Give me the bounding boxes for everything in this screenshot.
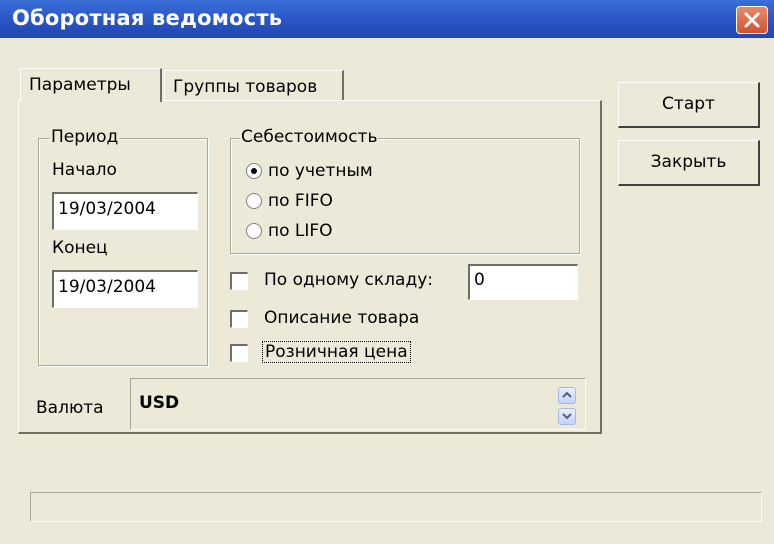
currency-value-box[interactable]: USD bbox=[130, 378, 586, 430]
close-button[interactable]: Закрыть bbox=[618, 140, 760, 186]
radio-cost-fifo-label[interactable]: по FIFO bbox=[268, 191, 333, 211]
radio-cost-lifo[interactable] bbox=[246, 223, 262, 239]
close-icon bbox=[744, 12, 760, 28]
radio-selected-dot bbox=[251, 168, 257, 174]
currency-spin-up[interactable] bbox=[558, 387, 576, 404]
window-title: Оборотная ведомость bbox=[12, 6, 283, 30]
single-warehouse-label[interactable]: По одному складу: bbox=[264, 270, 433, 290]
chevron-down-icon bbox=[562, 413, 572, 420]
warehouse-number-input[interactable]: 0 bbox=[468, 264, 578, 300]
dialog-window: Оборотная ведомость Параметры Группы тов… bbox=[0, 0, 774, 544]
product-description-label[interactable]: Описание товара bbox=[264, 308, 419, 328]
radio-cost-accounting[interactable] bbox=[246, 163, 262, 179]
tab-parameters[interactable]: Параметры bbox=[20, 68, 162, 102]
end-date-input[interactable]: 19/03/2004 bbox=[52, 270, 198, 308]
close-window-button[interactable] bbox=[736, 6, 768, 34]
cost-group-label: Себестоимость bbox=[240, 127, 379, 147]
tab-product-groups[interactable]: Группы товаров bbox=[164, 70, 344, 102]
retail-price-label[interactable]: Розничная цена bbox=[262, 341, 411, 363]
product-description-checkbox[interactable] bbox=[230, 310, 248, 328]
start-date-input[interactable]: 19/03/2004 bbox=[52, 192, 198, 230]
single-warehouse-checkbox[interactable] bbox=[230, 272, 248, 290]
end-date-label: Конец bbox=[52, 238, 108, 258]
radio-cost-accounting-label[interactable]: по учетным bbox=[268, 161, 373, 181]
radio-cost-lifo-label[interactable]: по LIFO bbox=[268, 221, 333, 241]
chevron-up-icon bbox=[562, 391, 572, 398]
currency-spin-down[interactable] bbox=[558, 408, 576, 425]
title-bar[interactable]: Оборотная ведомость bbox=[0, 0, 774, 38]
currency-label: Валюта bbox=[36, 398, 104, 418]
status-bar bbox=[30, 492, 762, 522]
period-group-label: Период bbox=[50, 127, 120, 147]
retail-price-checkbox[interactable] bbox=[230, 344, 248, 362]
start-date-label: Начало bbox=[52, 160, 117, 180]
radio-cost-fifo[interactable] bbox=[246, 193, 262, 209]
start-button[interactable]: Старт bbox=[618, 82, 760, 128]
currency-value: USD bbox=[139, 393, 180, 413]
